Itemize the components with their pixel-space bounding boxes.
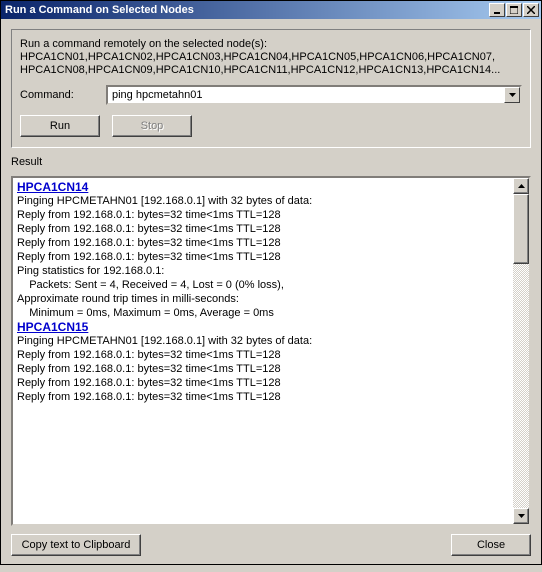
result-line: Reply from 192.168.0.1: bytes=32 time<1m…: [17, 362, 509, 376]
result-line: Reply from 192.168.0.1: bytes=32 time<1m…: [17, 250, 509, 264]
scroll-track[interactable]: [513, 264, 529, 508]
node-list-line2: HPCA1CN08,HPCA1CN09,HPCA1CN10,HPCA1CN11,…: [20, 64, 522, 77]
result-line: Reply from 192.168.0.1: bytes=32 time<1m…: [17, 236, 509, 250]
result-box: HPCA1CN14 Pinging HPCMETAHN01 [192.168.0…: [11, 176, 531, 526]
scroll-up-button[interactable]: [513, 178, 529, 194]
run-button[interactable]: Run: [20, 115, 100, 137]
minimize-button[interactable]: [489, 3, 505, 17]
combobox-dropdown-button[interactable]: [504, 87, 520, 103]
maximize-button[interactable]: [506, 3, 522, 17]
chevron-down-icon: [509, 93, 516, 97]
result-line: Pinging HPCMETAHN01 [192.168.0.1] with 3…: [17, 194, 509, 208]
chevron-up-icon: [518, 184, 525, 188]
copy-clipboard-button[interactable]: Copy text to Clipboard: [11, 534, 141, 556]
result-line: Reply from 192.168.0.1: bytes=32 time<1m…: [17, 348, 509, 362]
result-line: Ping statistics for 192.168.0.1:: [17, 264, 509, 278]
window-title: Run a Command on Selected Nodes: [3, 4, 194, 16]
close-icon: [527, 6, 535, 14]
result-line: Approximate round trip times in milli-se…: [17, 292, 509, 306]
result-line: Reply from 192.168.0.1: bytes=32 time<1m…: [17, 208, 509, 222]
result-content[interactable]: HPCA1CN14 Pinging HPCMETAHN01 [192.168.0…: [13, 178, 513, 524]
scroll-thumb[interactable]: [513, 194, 529, 264]
command-label: Command:: [20, 89, 98, 101]
result-line: Packets: Sent = 4, Received = 4, Lost = …: [17, 278, 509, 292]
scroll-down-button[interactable]: [513, 508, 529, 524]
close-button[interactable]: [523, 3, 539, 17]
instruction-text: Run a command remotely on the selected n…: [20, 38, 522, 51]
result-label: Result: [11, 156, 531, 168]
titlebar-buttons: [488, 3, 539, 17]
result-heading-node14: HPCA1CN14: [17, 180, 509, 194]
close-dialog-button[interactable]: Close: [451, 534, 531, 556]
bottom-row: Copy text to Clipboard Close: [11, 534, 531, 556]
command-input[interactable]: [108, 87, 504, 103]
node-list-line1: HPCA1CN01,HPCA1CN02,HPCA1CN03,HPCA1CN04,…: [20, 51, 522, 64]
chevron-down-icon: [518, 514, 525, 518]
button-row: Run Stop: [20, 115, 522, 137]
command-row: Command:: [20, 85, 522, 105]
result-line: Minimum = 0ms, Maximum = 0ms, Average = …: [17, 306, 509, 320]
minimize-icon: [493, 6, 501, 14]
result-line: Pinging HPCMETAHN01 [192.168.0.1] with 3…: [17, 334, 509, 348]
stop-button: Stop: [112, 115, 192, 137]
result-heading-node15: HPCA1CN15: [17, 320, 509, 334]
maximize-icon: [510, 6, 518, 14]
dialog-window: Run a Command on Selected Nodes Run a co…: [0, 0, 542, 565]
result-line: Reply from 192.168.0.1: bytes=32 time<1m…: [17, 222, 509, 236]
result-line: Reply from 192.168.0.1: bytes=32 time<1m…: [17, 390, 509, 404]
titlebar: Run a Command on Selected Nodes: [1, 1, 541, 19]
command-combobox[interactable]: [106, 85, 522, 105]
result-line: Reply from 192.168.0.1: bytes=32 time<1m…: [17, 376, 509, 390]
client-area: Run a command remotely on the selected n…: [1, 19, 541, 564]
command-group: Run a command remotely on the selected n…: [11, 29, 531, 148]
vertical-scrollbar[interactable]: [513, 178, 529, 524]
